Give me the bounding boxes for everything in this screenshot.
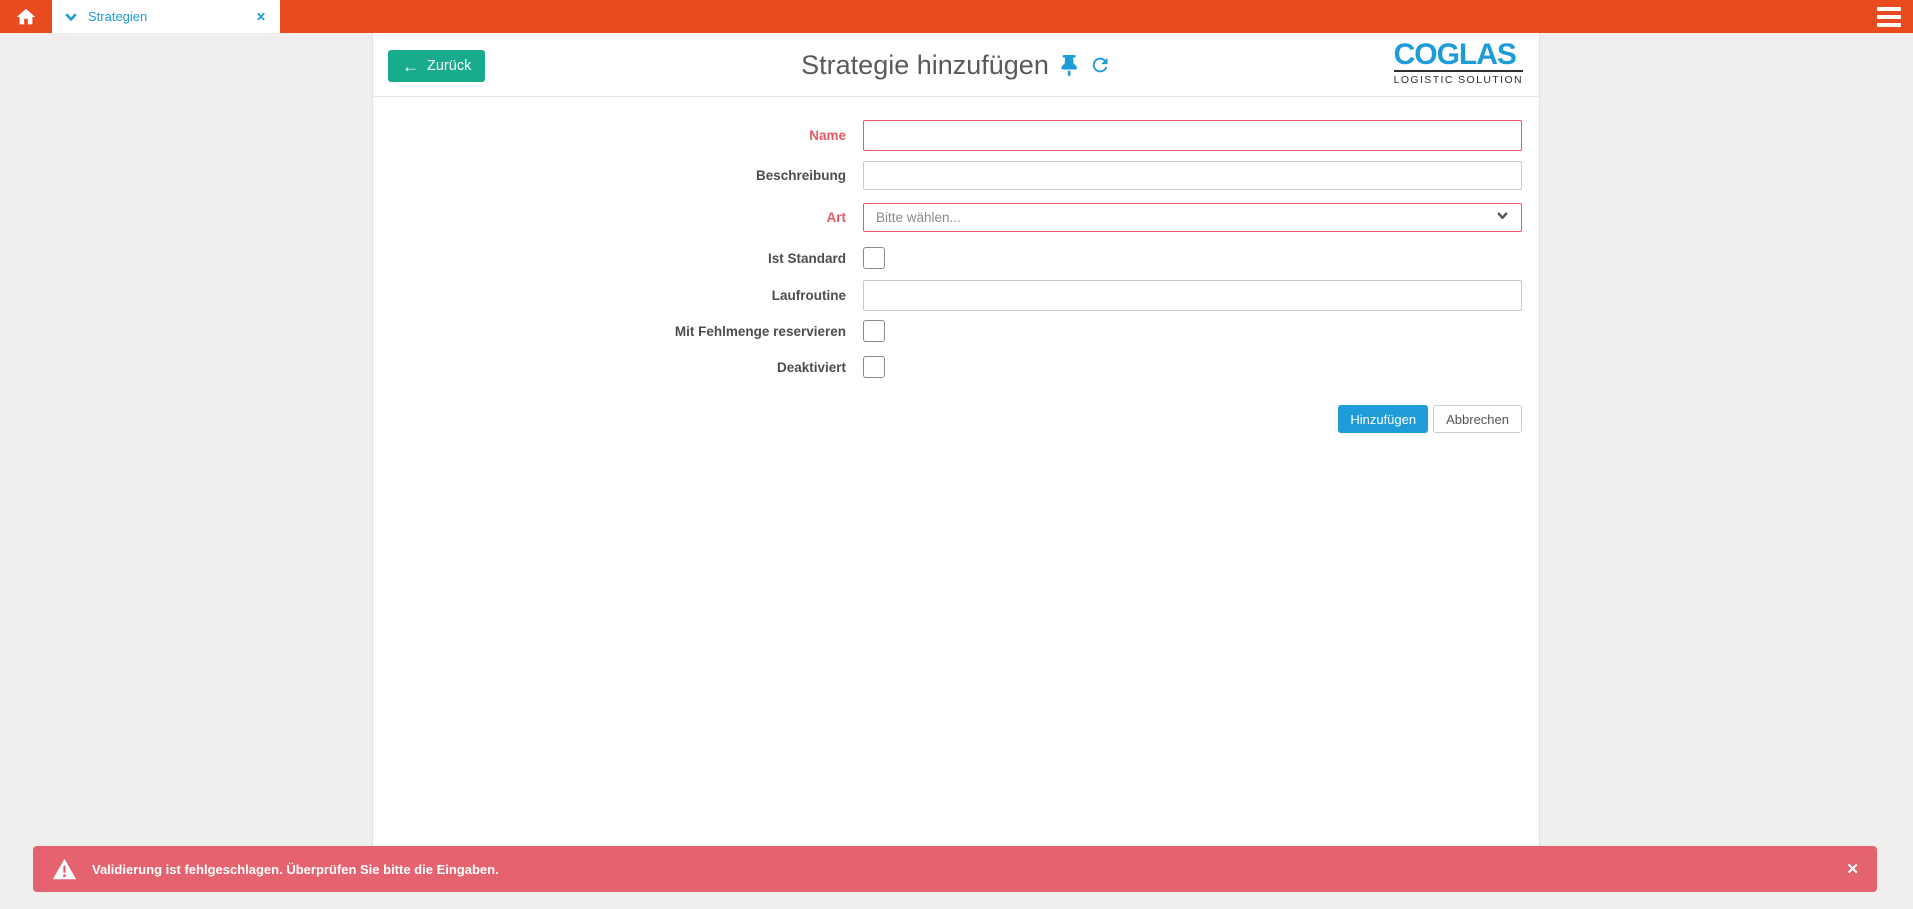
name-input[interactable] bbox=[863, 120, 1522, 151]
back-arrow-icon: ← bbox=[402, 58, 419, 75]
fehlmenge-label: Mit Fehlmenge reservieren bbox=[373, 324, 863, 339]
form-row-laufroutine: Laufroutine bbox=[373, 280, 1539, 311]
tab-close-icon[interactable]: ✕ bbox=[252, 8, 270, 26]
art-select[interactable]: Bitte wählen... bbox=[863, 203, 1522, 232]
beschreibung-input[interactable] bbox=[863, 161, 1522, 190]
banner-message: Validierung ist fehlgeschlagen. Überprüf… bbox=[92, 862, 1846, 877]
tab-strategien[interactable]: Strategien ✕ bbox=[52, 0, 280, 33]
art-label: Art bbox=[373, 210, 863, 225]
strategy-form: Name Beschreibung Art Bitte wählen... Is… bbox=[373, 97, 1539, 433]
art-select-value: Bitte wählen... bbox=[876, 210, 1496, 225]
back-button[interactable]: ← Zurück bbox=[388, 50, 485, 82]
brand-logo-name: COGLAS bbox=[1394, 40, 1523, 72]
brand-logo: COGLAS LOGISTIC SOLUTION bbox=[1394, 40, 1523, 86]
banner-close-icon[interactable]: ✕ bbox=[1846, 862, 1859, 877]
ist-standard-checkbox[interactable] bbox=[863, 247, 885, 269]
name-label: Name bbox=[373, 128, 863, 143]
page-title: Strategie hinzufügen bbox=[801, 50, 1049, 81]
submit-button[interactable]: Hinzufügen bbox=[1338, 405, 1428, 433]
back-button-label: Zurück bbox=[427, 58, 471, 74]
validation-error-banner: Validierung ist fehlgeschlagen. Überprüf… bbox=[33, 846, 1877, 892]
tab-label: Strategien bbox=[88, 9, 252, 24]
home-button[interactable] bbox=[0, 0, 52, 33]
deaktiviert-label: Deaktiviert bbox=[373, 360, 863, 375]
form-actions: Hinzufügen Abbrechen bbox=[373, 405, 1522, 433]
refresh-icon[interactable] bbox=[1089, 54, 1111, 76]
fehlmenge-checkbox[interactable] bbox=[863, 320, 885, 342]
content-card: ← Zurück Strategie hinzufügen COGLAS LOG… bbox=[372, 33, 1540, 846]
form-row-deaktiviert: Deaktiviert bbox=[373, 356, 1539, 378]
beschreibung-label: Beschreibung bbox=[373, 168, 863, 183]
pin-icon[interactable] bbox=[1061, 55, 1077, 76]
form-row-ist-standard: Ist Standard bbox=[373, 247, 1539, 269]
laufroutine-input[interactable] bbox=[863, 280, 1522, 311]
top-bar: Strategien ✕ bbox=[0, 0, 1913, 33]
form-row-fehlmenge: Mit Fehlmenge reservieren bbox=[373, 320, 1539, 342]
page-header: ← Zurück Strategie hinzufügen COGLAS LOG… bbox=[373, 33, 1539, 97]
form-row-beschreibung: Beschreibung bbox=[373, 161, 1539, 190]
ist-standard-label: Ist Standard bbox=[373, 251, 863, 266]
home-icon bbox=[15, 6, 37, 28]
form-row-art: Art Bitte wählen... bbox=[373, 203, 1539, 232]
laufroutine-label: Laufroutine bbox=[373, 288, 863, 303]
select-chevron-down-icon bbox=[1496, 209, 1509, 227]
chevron-down-icon[interactable] bbox=[64, 10, 78, 24]
warning-icon bbox=[51, 857, 78, 882]
cancel-button[interactable]: Abbrechen bbox=[1433, 405, 1522, 433]
brand-logo-subtitle: LOGISTIC SOLUTION bbox=[1394, 74, 1523, 86]
hamburger-menu-icon[interactable] bbox=[1877, 7, 1901, 27]
form-row-name: Name bbox=[373, 120, 1539, 151]
deaktiviert-checkbox[interactable] bbox=[863, 356, 885, 378]
